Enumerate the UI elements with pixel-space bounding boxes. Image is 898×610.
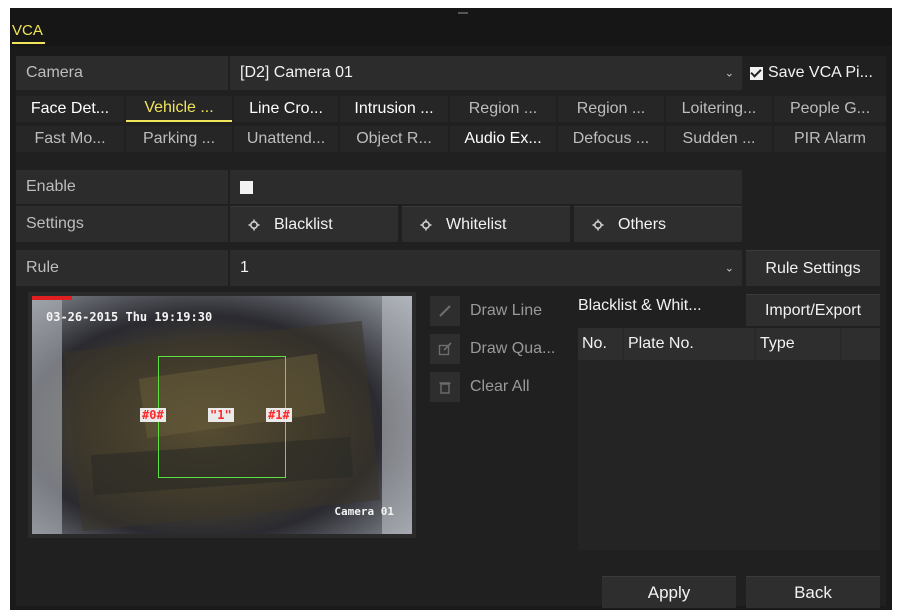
tab-pir-alarm[interactable]: PIR Alarm — [774, 126, 886, 152]
rule-label: Rule — [16, 250, 228, 286]
apply-button[interactable]: Apply — [602, 576, 736, 608]
tab-sudden-scene-change[interactable]: Sudden ... — [666, 126, 772, 152]
tab-vehicle-detection[interactable]: Vehicle ... — [126, 96, 232, 122]
whitelist-button[interactable]: Whitelist — [402, 206, 570, 242]
draw-quadrilateral-button[interactable]: Draw Qua... — [430, 334, 580, 364]
tab-face-detection[interactable]: Face Det... — [16, 96, 124, 122]
enable-row — [230, 170, 742, 204]
save-vca-picture-label: Save VCA Pi... — [768, 64, 873, 81]
column-header-extra — [842, 328, 880, 360]
video-preview[interactable]: 03-26-2015 Thu 19:19:30 #0# "1" #1# Came… — [28, 292, 416, 538]
clear-all-button[interactable]: Clear All — [430, 372, 580, 402]
tab-vca[interactable]: VCA — [12, 22, 45, 44]
tab-intrusion-detection[interactable]: Intrusion ... — [340, 96, 448, 122]
others-button-label: Others — [618, 215, 667, 233]
camera-label: Camera — [16, 56, 228, 90]
blacklist-button-label: Blacklist — [274, 215, 333, 233]
column-header-type[interactable]: Type — [756, 328, 840, 360]
region-tag-2: #1# — [266, 408, 292, 422]
back-button[interactable]: Back — [746, 576, 880, 608]
settings-label: Settings — [16, 206, 228, 242]
plate-list-table: No. Plate No. Type — [578, 328, 880, 550]
vca-tabs-row-2: Fast Mo... Parking ... Unattend... Objec… — [16, 126, 886, 152]
save-vca-picture-checkbox[interactable]: Save VCA Pi... — [744, 56, 886, 90]
tab-defocus-detection[interactable]: Defocus ... — [558, 126, 664, 152]
pencil-icon — [430, 296, 460, 326]
video-timestamp: 03-26-2015 Thu 19:19:30 — [46, 310, 213, 324]
vca-tabs-row-1: Face Det... Vehicle ... Line Cro... Intr… — [16, 96, 886, 122]
rule-select-value: 1 — [240, 259, 249, 276]
clear-all-label: Clear All — [470, 378, 530, 395]
blacklist-button[interactable]: Blacklist — [230, 206, 398, 242]
region-tag-1: "1" — [208, 408, 234, 422]
edit-icon — [430, 334, 460, 364]
column-header-no[interactable]: No. — [578, 328, 622, 360]
others-button[interactable]: Others — [574, 206, 742, 242]
gear-icon — [592, 219, 604, 230]
camera-select[interactable]: [D2] Camera 01 ⌄ — [230, 56, 742, 90]
rule-settings-button[interactable]: Rule Settings — [746, 250, 880, 286]
tab-region-exiting[interactable]: Region ... — [558, 96, 664, 122]
checkbox-checked-icon — [750, 66, 763, 80]
tab-line-crossing[interactable]: Line Cro... — [234, 96, 338, 122]
eraser-icon — [430, 372, 460, 402]
camera-feed-image: 03-26-2015 Thu 19:19:30 #0# "1" #1# Came… — [32, 296, 412, 534]
whitelist-button-label: Whitelist — [446, 215, 507, 233]
chevron-down-icon: ⌄ — [724, 262, 734, 275]
tab-object-removal[interactable]: Object R... — [340, 126, 448, 152]
gear-icon — [420, 219, 432, 230]
vca-panel: Camera [D2] Camera 01 ⌄ Save VCA Pi... F… — [16, 56, 886, 608]
vca-window: VCA Camera [D2] Camera 01 ⌄ Save VCA Pi.… — [10, 8, 892, 610]
camera-select-value: [D2] Camera 01 — [240, 64, 353, 81]
draw-line-button[interactable]: Draw Line — [430, 296, 580, 326]
enable-label: Enable — [16, 170, 228, 204]
draw-quadrilateral-label: Draw Qua... — [470, 340, 556, 357]
draw-line-label: Draw Line — [470, 302, 543, 319]
region-tag-0: #0# — [140, 408, 166, 422]
plate-list-body[interactable] — [578, 360, 880, 550]
title-bar: VCA — [10, 8, 892, 46]
tab-unattended-baggage[interactable]: Unattend... — [234, 126, 338, 152]
window-grip — [458, 12, 468, 14]
tab-fast-moving[interactable]: Fast Mo... — [16, 126, 124, 152]
rule-select[interactable]: 1 ⌄ — [230, 250, 742, 286]
chevron-down-icon: ⌄ — [724, 67, 734, 80]
tab-region-entrance[interactable]: Region ... — [450, 96, 556, 122]
video-camera-label: Camera 01 — [334, 505, 394, 518]
tab-audio-exception[interactable]: Audio Ex... — [450, 126, 556, 152]
gear-icon — [248, 219, 260, 230]
column-header-plate-no[interactable]: Plate No. — [624, 328, 754, 360]
enable-checkbox[interactable] — [240, 180, 253, 194]
tab-loitering-detection[interactable]: Loitering... — [666, 96, 772, 122]
tab-people-gathering[interactable]: People G... — [774, 96, 886, 122]
list-title: Blacklist & Whit... — [578, 297, 702, 314]
import-export-button[interactable]: Import/Export — [746, 294, 880, 326]
tab-parking-detection[interactable]: Parking ... — [126, 126, 232, 152]
